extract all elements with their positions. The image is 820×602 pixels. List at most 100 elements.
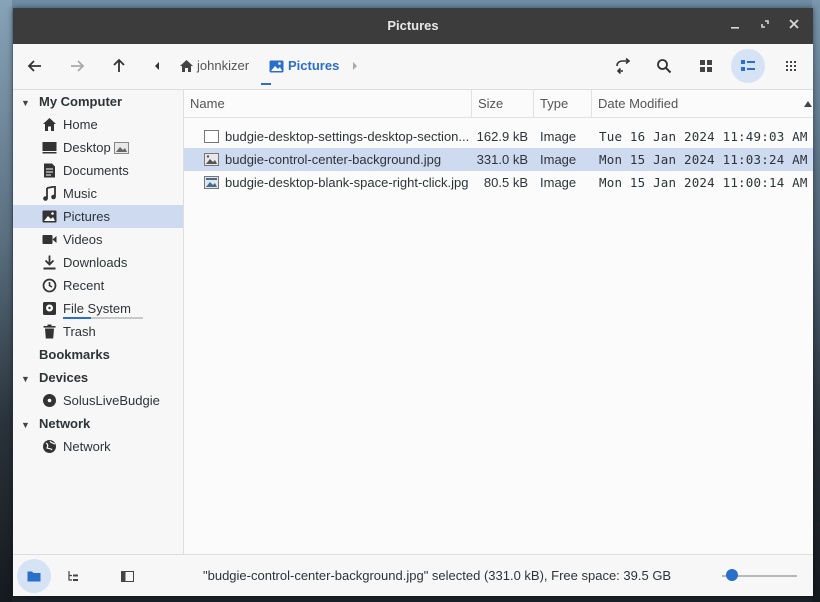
toggle-location-button[interactable]	[609, 52, 637, 80]
toggle-sidebar-button[interactable]	[117, 567, 137, 585]
image-thumbnail-icon	[114, 142, 129, 154]
trash-icon	[43, 324, 56, 339]
minimize-icon	[731, 27, 739, 29]
sidebar-item-file-system[interactable]: File System	[13, 297, 183, 320]
grid-view-icon	[700, 60, 712, 72]
file-manager-window: Pictures johnkizer Pictures ▼ My Compute…	[13, 8, 813, 596]
file-name: budgie-desktop-blank-space-right-click.j…	[225, 175, 469, 190]
downloads-icon	[43, 255, 56, 270]
sidebar-hide-icon	[120, 570, 134, 582]
sidebar-item-desktop[interactable]: Desktop	[13, 136, 183, 159]
sidebar-item-videos[interactable]: Videos	[13, 228, 183, 251]
file-row[interactable]: budgie-desktop-settings-desktop-section.…	[184, 125, 813, 148]
sidebar-section-label: Network	[39, 416, 91, 431]
breadcrumb-right-button[interactable]	[343, 52, 367, 80]
image-file-icon	[204, 130, 219, 143]
network-icon	[43, 440, 56, 453]
folder-icon	[27, 571, 41, 582]
close-icon	[789, 19, 799, 29]
sidebar-item-label: Documents	[63, 163, 129, 178]
sidebar-section-label: Devices	[39, 370, 89, 385]
desktop-wallpaper-left	[0, 0, 12, 602]
sidebar-section-label: Bookmarks	[39, 347, 110, 362]
forward-arrow-icon	[71, 60, 85, 72]
file-name: budgie-control-center-background.jpg	[225, 152, 442, 167]
file-date: Tue 16 Jan 2024 11:49:03 AM EST	[599, 129, 813, 144]
compact-view-icon	[786, 61, 796, 71]
compact-view-button[interactable]	[777, 52, 805, 80]
sidebar-item-home[interactable]: Home	[13, 113, 183, 136]
sidebar-item-label: Recent	[63, 278, 105, 293]
back-arrow-icon	[27, 60, 41, 72]
list-view-icon	[741, 60, 755, 71]
file-type: Image	[540, 175, 577, 190]
show-tree-button[interactable]	[63, 567, 83, 585]
forward-button[interactable]	[63, 52, 91, 80]
column-header-type[interactable]: Type	[534, 90, 592, 117]
sidebar-item-label: Trash	[63, 324, 96, 339]
sidebar-item-label: Desktop	[63, 140, 111, 155]
sidebar-item-documents[interactable]: Documents	[13, 159, 183, 182]
status-message: "budgie-control-center-background.jpg" s…	[203, 568, 672, 583]
file-size: 331.0 kB	[476, 152, 528, 167]
sidebar-item-recent[interactable]: Recent	[13, 274, 183, 297]
file-date: Mon 15 Jan 2024 11:00:14 AM EST	[599, 175, 813, 190]
expander-down-icon: ▼	[21, 420, 30, 430]
image-file-icon	[204, 176, 219, 189]
file-row[interactable]: budgie-desktop-blank-space-right-click.j…	[184, 171, 813, 194]
sidebar-item-downloads[interactable]: Downloads	[13, 251, 183, 274]
column-header-size[interactable]: Size	[472, 90, 534, 117]
up-arrow-icon	[113, 58, 125, 72]
location-entry-icon	[616, 58, 631, 74]
sidebar-item-label: Videos	[63, 232, 103, 247]
videos-icon	[42, 235, 57, 244]
maximize-icon	[761, 20, 769, 28]
file-row-selected[interactable]: budgie-control-center-background.jpg 331…	[184, 148, 813, 171]
up-button[interactable]	[105, 52, 133, 80]
sidebar-section-devices[interactable]: ▼ Devices	[13, 366, 88, 389]
sidebar-section-network[interactable]: ▼ Network	[13, 412, 90, 435]
breadcrumb-left-button[interactable]	[145, 52, 169, 80]
caret-right-icon	[353, 62, 357, 70]
sidebar-section-my-computer[interactable]: ▼ My Computer	[13, 90, 122, 113]
breadcrumb-current-label: Pictures	[288, 58, 340, 73]
sidebar-item-trash[interactable]: Trash	[13, 320, 183, 343]
maximize-button[interactable]	[755, 16, 775, 36]
sidebar: ▼ My Computer Home Desktop Documents Musi…	[13, 90, 184, 554]
sidebar-item-label: Network	[63, 439, 111, 454]
home-icon	[180, 60, 193, 72]
title-bar[interactable]: Pictures	[13, 8, 813, 44]
close-button[interactable]	[784, 16, 804, 36]
file-list-view[interactable]: Name Size Type Date Modified budgie-desk…	[184, 90, 813, 554]
icon-view-button[interactable]	[692, 52, 720, 80]
zoom-slider-handle[interactable]	[726, 569, 738, 581]
sidebar-item-pictures[interactable]: Pictures	[13, 205, 183, 228]
toolbar: johnkizer Pictures	[13, 44, 813, 90]
sidebar-item-network[interactable]: Network	[13, 435, 183, 458]
column-header-date[interactable]: Date Modified	[592, 90, 813, 117]
file-type: Image	[540, 152, 577, 167]
disk-usage-fill	[63, 317, 91, 319]
sidebar-item-music[interactable]: Music	[13, 182, 183, 205]
minimize-button[interactable]	[725, 16, 745, 36]
show-places-button[interactable]	[17, 559, 51, 593]
list-view-button[interactable]	[731, 49, 765, 83]
column-header-date-label: Date Modified	[598, 96, 679, 111]
column-header-name[interactable]: Name	[184, 90, 472, 117]
search-button[interactable]	[650, 52, 678, 80]
sidebar-section-bookmarks[interactable]: ▼Bookmarks	[13, 343, 110, 366]
sidebar-item-solus-live-budgie[interactable]: SolusLiveBudgie	[13, 389, 183, 412]
music-icon	[43, 186, 56, 201]
sort-ascending-icon	[804, 101, 812, 107]
pictures-icon	[269, 60, 284, 73]
desktop-wallpaper-right	[812, 0, 820, 602]
filesystem-icon	[43, 302, 56, 315]
home-icon	[43, 118, 56, 131]
back-button[interactable]	[21, 52, 49, 80]
sidebar-item-label: SolusLiveBudgie	[63, 393, 160, 408]
sidebar-item-label: Pictures	[63, 209, 110, 224]
recent-icon	[42, 278, 57, 293]
file-name: budgie-desktop-settings-desktop-section.…	[225, 129, 470, 144]
column-header-row: Name Size Type Date Modified	[184, 90, 813, 118]
status-bar: "budgie-control-center-background.jpg" s…	[13, 554, 813, 596]
